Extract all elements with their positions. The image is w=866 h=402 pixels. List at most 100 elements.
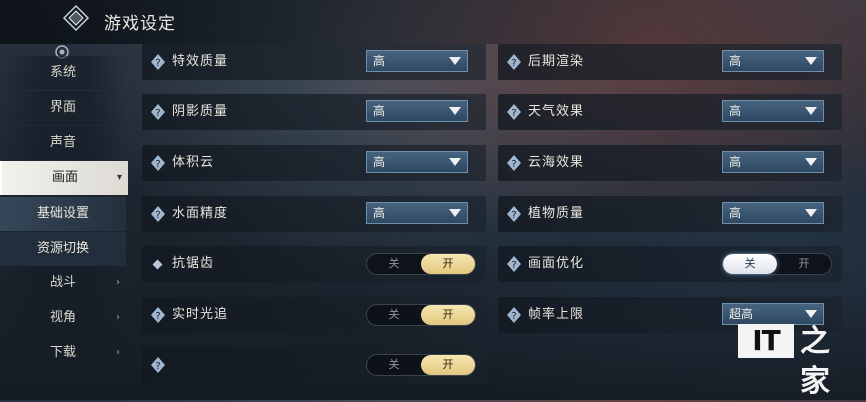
help-icon[interactable]: ? [506, 306, 522, 324]
setting-label: 水面精度 [172, 206, 229, 221]
help-icon[interactable]: ? [150, 306, 166, 324]
weather-effects-select[interactable]: 高 [722, 100, 824, 122]
sidebar-item-download[interactable]: 下载 › [0, 336, 126, 370]
select-value: 高 [373, 104, 386, 118]
sidebar-item-basic-settings[interactable]: 基础设置 [0, 197, 126, 231]
sidebar-item-resource-switch[interactable]: 资源切换 [0, 232, 126, 266]
sidebar-item-label: 系统 [49, 65, 76, 80]
post-processing-select[interactable]: 高 [722, 50, 824, 72]
svg-text:?: ? [155, 58, 160, 69]
cloud-sea-effects-select[interactable]: 高 [722, 151, 824, 173]
diamond-bullet-icon [152, 259, 163, 270]
caret-down-icon [805, 158, 817, 166]
svg-text:?: ? [511, 311, 516, 322]
chevron-right-icon: › [116, 277, 120, 288]
svg-text:?: ? [155, 210, 160, 221]
setting-row-weather-effects: ? 天气效果 高 [498, 94, 842, 130]
sidebar-item-interface[interactable]: 界面 [0, 91, 126, 125]
svg-text:?: ? [511, 210, 516, 221]
help-icon[interactable]: ? [150, 205, 166, 223]
back-emblem-icon[interactable] [62, 4, 90, 32]
toggle-on-option[interactable]: 开 [777, 254, 831, 274]
setting-label: 实时光追 [172, 307, 229, 322]
watermark-logo: IT [738, 324, 794, 358]
effects-quality-select[interactable]: 高 [366, 50, 468, 72]
site-watermark: IT 之家 [738, 322, 856, 399]
setting-row-cloud-sea-effects: ? 云海效果 高 [498, 145, 842, 181]
sidebar-item-label: 基础设置 [36, 206, 89, 221]
setting-label: 帧率上限 [528, 307, 585, 322]
volumetric-cloud-select[interactable]: 高 [366, 151, 468, 173]
setting-label: 阴影质量 [172, 104, 229, 119]
toggle-on-option[interactable]: 开 [421, 355, 475, 375]
setting-row-volumetric-cloud: ? 体积云 高 [142, 145, 486, 181]
sidebar-item-combat[interactable]: 战斗 › [0, 266, 126, 300]
chevron-right-icon: › [116, 347, 120, 358]
sidebar-item-label: 界面 [49, 100, 76, 115]
sidebar-item-label: 声音 [49, 135, 76, 150]
help-icon[interactable]: ? [150, 103, 166, 121]
page-title: 游戏设定 [104, 14, 176, 34]
setting-label: 云海效果 [528, 155, 585, 170]
setting-label: 画面优化 [528, 256, 585, 271]
help-icon[interactable]: ? [150, 154, 166, 172]
sidebar-item-sound[interactable]: 声音 [0, 126, 126, 160]
svg-text:?: ? [155, 361, 160, 372]
select-value: 高 [729, 54, 742, 68]
caret-down-icon [449, 107, 461, 115]
vegetation-quality-select[interactable]: 高 [722, 202, 824, 224]
unnamed-toggle[interactable]: 关 开 [366, 354, 476, 376]
help-icon[interactable]: ? [506, 154, 522, 172]
sidebar-item-system[interactable]: 系统 [0, 56, 126, 90]
toggle-on-option[interactable]: 开 [421, 305, 475, 325]
svg-text:?: ? [155, 311, 160, 322]
toggle-off-option[interactable]: 关 [367, 254, 421, 274]
shadow-quality-select[interactable]: 高 [366, 100, 468, 122]
select-value: 超高 [729, 307, 754, 321]
setting-row-anti-aliasing: 抗锯齿 关 开 [142, 246, 486, 282]
help-icon[interactable]: ? [506, 255, 522, 273]
setting-label: 抗锯齿 [172, 256, 215, 271]
select-value: 高 [729, 155, 742, 169]
setting-label: 体积云 [172, 155, 215, 170]
setting-label: 植物质量 [528, 206, 585, 221]
help-icon[interactable]: ? [506, 103, 522, 121]
select-value: 高 [373, 54, 386, 68]
sidebar-item-label: 下载 [49, 345, 76, 360]
setting-row-shadow-quality: ? 阴影质量 高 [142, 94, 486, 130]
setting-label: 后期渲染 [528, 54, 585, 69]
setting-row-unnamed: ? 关 开 [142, 347, 486, 383]
toggle-off-option[interactable]: 关 [367, 305, 421, 325]
toggle-off-option[interactable]: 关 [723, 254, 777, 274]
sidebar-item-label: 资源切换 [36, 241, 89, 256]
svg-text:?: ? [155, 108, 160, 119]
image-optimization-toggle[interactable]: 关 开 [722, 253, 832, 275]
sidebar: 系统 界面 声音 画面 ▾ 基础设置 资源切换 战斗 › 视角 › 下载 › [0, 42, 128, 372]
toggle-on-option[interactable]: 开 [421, 254, 475, 274]
anti-aliasing-toggle[interactable]: 关 开 [366, 253, 476, 275]
water-precision-select[interactable]: 高 [366, 202, 468, 224]
caret-down-icon [805, 209, 817, 217]
toggle-off-option[interactable]: 关 [367, 355, 421, 375]
sidebar-item-label: 视角 [49, 310, 76, 325]
setting-row-vegetation-quality: ? 植物质量 高 [498, 196, 842, 232]
select-value: 高 [373, 206, 386, 220]
watermark-text: 之家 [800, 324, 830, 399]
help-icon[interactable]: ? [150, 356, 166, 374]
sidebar-item-graphics[interactable]: 画面 ▾ [0, 161, 128, 195]
caret-down-icon [805, 310, 817, 318]
sidebar-item-camera[interactable]: 视角 › [0, 301, 126, 335]
svg-text:?: ? [155, 159, 160, 170]
help-icon[interactable]: ? [150, 53, 166, 71]
caret-down-icon [449, 158, 461, 166]
help-icon[interactable]: ? [506, 53, 522, 71]
setting-row-ray-tracing: ? 实时光追 关 开 [142, 297, 486, 333]
svg-text:?: ? [511, 108, 516, 119]
setting-label: 天气效果 [528, 104, 585, 119]
svg-text:?: ? [511, 260, 516, 271]
setting-row-effects-quality: ? 特效质量 高 [142, 44, 486, 80]
ray-tracing-toggle[interactable]: 关 开 [366, 304, 476, 326]
setting-row-water-precision: ? 水面精度 高 [142, 196, 486, 232]
setting-row-image-optimization: ? 画面优化 关 开 [498, 246, 842, 282]
help-icon[interactable]: ? [506, 205, 522, 223]
